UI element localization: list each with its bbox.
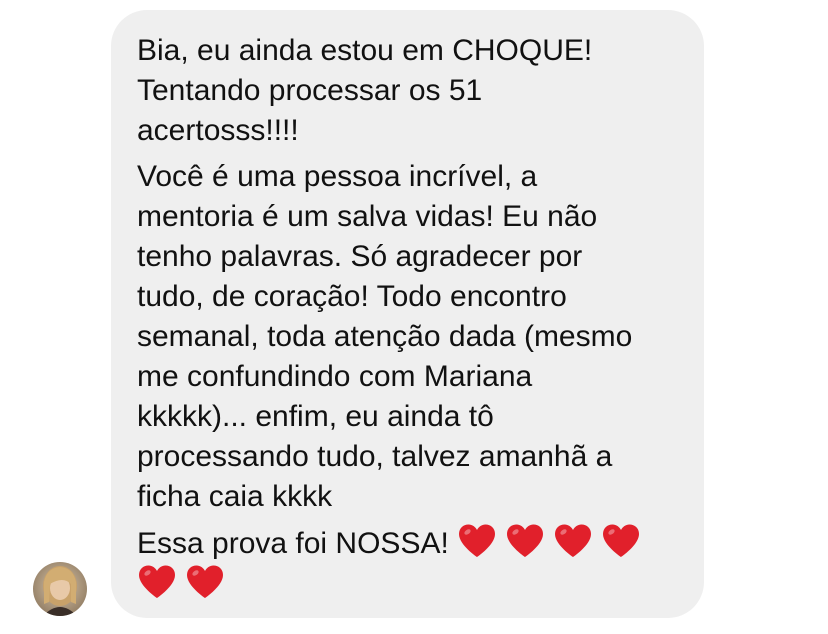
message-line: acertosss!!!! (137, 114, 299, 147)
red-heart-icon (505, 523, 545, 559)
message-line-text: Essa prova foi NOSSA! (137, 527, 449, 560)
message-paragraph-3: Essa prova foi NOSSA! (137, 523, 682, 605)
message-line: processando tudo, talvez amanhã a (137, 440, 613, 473)
message-paragraph-1: Bia, eu ainda estou em CHOQUE! Tentando … (137, 31, 682, 151)
hearts-line-1 (457, 523, 649, 564)
red-heart-icon (185, 564, 225, 600)
message-paragraph-2: Você é uma pessoa incrível, a mentoria é… (137, 157, 682, 517)
message-line: Você é uma pessoa incrível, a (137, 160, 538, 193)
message-line: Tentando processar os 51 (137, 74, 483, 107)
message-line: mentoria é um salva vidas! Eu não (137, 200, 598, 233)
sender-avatar[interactable] (33, 562, 87, 616)
red-heart-icon (601, 523, 641, 559)
red-heart-icon (137, 564, 177, 600)
message-line: me confundindo com Mariana (137, 360, 533, 393)
avatar-photo (33, 562, 87, 616)
message-line: kkkkk)... enfim, eu ainda tô (137, 400, 494, 433)
red-heart-icon (457, 523, 497, 559)
red-heart-icon (553, 523, 593, 559)
message-line: tudo, de coração! Todo encontro (137, 280, 567, 313)
message-line: ficha caia kkkk (137, 480, 333, 513)
message-line: semanal, toda atenção dada (mesmo (137, 320, 633, 353)
message-line (137, 564, 682, 605)
message-line: tenho palavras. Só agradecer por (137, 240, 583, 273)
message-line: Bia, eu ainda estou em CHOQUE! (137, 34, 593, 67)
message-bubble[interactable]: Bia, eu ainda estou em CHOQUE! Tentando … (111, 10, 704, 618)
message-line: Essa prova foi NOSSA! (137, 523, 682, 564)
hearts-line-2 (137, 564, 233, 605)
